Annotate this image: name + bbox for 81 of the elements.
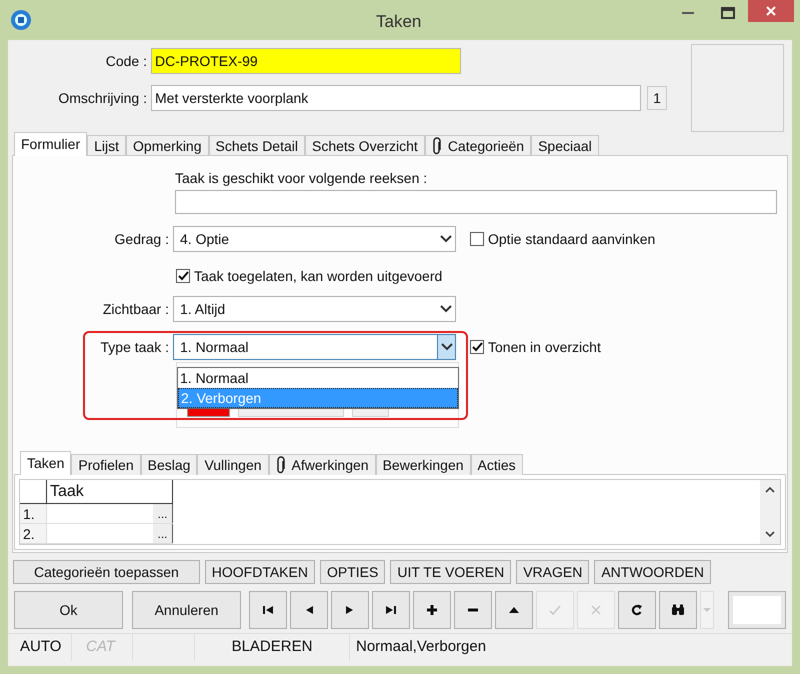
tab[interactable]: Acties <box>470 454 523 475</box>
tab[interactable]: Opmerking <box>126 135 208 156</box>
dropdown[interactable]: 4. Optie <box>173 226 456 252</box>
action-button[interactable]: VRAGEN <box>516 560 590 584</box>
counter-box: 1 <box>647 86 667 110</box>
skip-last-icon <box>384 603 398 617</box>
code-field[interactable]: DC-PROTEX-99 <box>151 48 461 74</box>
cancel-button[interactable]: Annuleren <box>132 591 241 629</box>
tab[interactable]: Profielen <box>71 454 141 475</box>
code-label: Code : <box>104 52 148 70</box>
toolbar-button[interactable] <box>372 591 410 629</box>
chevron-down-icon <box>440 235 452 243</box>
chevron-down-icon <box>440 305 452 313</box>
close-icon <box>765 5 777 17</box>
toolbar-button[interactable] <box>413 591 451 629</box>
status-cell: AUTO <box>8 634 72 661</box>
maximize-icon <box>721 7 735 19</box>
checkbox[interactable] <box>470 232 484 246</box>
browse-button[interactable]: ... <box>153 524 173 543</box>
input-field[interactable] <box>728 591 786 629</box>
row-number: 2. <box>20 524 47 543</box>
paperclip-icon <box>432 137 442 155</box>
checkbox[interactable] <box>176 269 190 283</box>
tab[interactable]: Bewerkingen <box>376 454 471 475</box>
status-cell-text: Normaal,Verborgen <box>355 637 488 658</box>
description-field[interactable]: Met versterkte voorplank <box>151 85 641 111</box>
tab[interactable]: Afwerkingen <box>268 454 376 475</box>
plus-icon <box>425 603 439 617</box>
zichtbaar-label: Zichtbaar : <box>102 300 170 318</box>
paperclip-icon <box>276 456 286 474</box>
minimize-icon <box>682 12 694 14</box>
toolbar-button[interactable] <box>618 591 656 629</box>
dropdown-option[interactable]: 1. Normaal <box>178 368 458 388</box>
action-button[interactable]: UIT TE VOEREN <box>390 560 512 584</box>
toolbar-button[interactable] <box>249 591 287 629</box>
dropdown[interactable]: 1. Normaal <box>173 334 456 360</box>
toolbar-button[interactable] <box>454 591 492 629</box>
chevron-down-icon <box>440 343 452 351</box>
action-button[interactable]: OPTIES <box>320 560 386 584</box>
gedrag-label: Gedrag : <box>114 230 170 249</box>
tab[interactable]: Schets Detail <box>208 135 305 156</box>
skip-first-icon <box>261 603 275 617</box>
tab[interactable]: Vullingen <box>197 454 269 475</box>
type-taak-label: Type taak : <box>100 338 170 357</box>
ok-button[interactable]: Ok <box>14 591 123 629</box>
checkbox-label: Tonen in overzicht <box>488 338 601 356</box>
checkmark-icon <box>472 342 482 352</box>
column-header: Taak <box>47 480 173 503</box>
action-button[interactable]: Categorieën toepassen <box>13 560 200 584</box>
tab[interactable]: Lijst <box>87 135 126 156</box>
dropdown[interactable]: 1. Altijd <box>173 296 456 322</box>
tab[interactable]: Formulier <box>14 132 88 156</box>
checkbox[interactable] <box>470 340 484 354</box>
checkmark-icon <box>178 271 188 281</box>
tab[interactable]: Schets Overzicht <box>304 135 425 156</box>
description-label: Omschrijving : <box>57 88 148 108</box>
checkbox-label: Optie standaard aanvinken <box>488 230 656 249</box>
toolbar-button[interactable] <box>659 591 697 629</box>
close-button[interactable] <box>748 0 794 22</box>
scroll-down-icon[interactable] <box>765 531 775 538</box>
status-cell: BLADEREN <box>195 634 350 661</box>
series-label: Taak is geschikt voor volgende reeksen : <box>175 169 428 188</box>
tab[interactable]: Categorieën <box>424 135 532 156</box>
cross-icon <box>589 603 603 617</box>
scroll-up-icon[interactable] <box>765 486 775 493</box>
checkmark-icon <box>548 603 562 617</box>
refresh-icon <box>630 603 644 617</box>
checkbox-label: Taak toegelaten, kan worden uitgevoerd <box>194 266 442 286</box>
window-title: Taken <box>376 11 422 33</box>
tab[interactable]: Beslag <box>140 454 198 475</box>
series-field[interactable] <box>175 190 777 214</box>
tab[interactable]: Taken <box>20 451 72 475</box>
browse-button[interactable]: ... <box>153 504 173 523</box>
binoculars-icon <box>671 603 685 617</box>
tab[interactable]: Speciaal <box>531 135 599 156</box>
action-button[interactable]: HOOFDTAKEN <box>204 560 315 584</box>
app-logo-icon <box>10 9 32 31</box>
caret-down-icon <box>702 607 712 613</box>
row-number: 1. <box>20 504 47 523</box>
status-cell: CAT <box>72 634 133 661</box>
action-button[interactable]: ANTWOORDEN <box>594 560 711 584</box>
